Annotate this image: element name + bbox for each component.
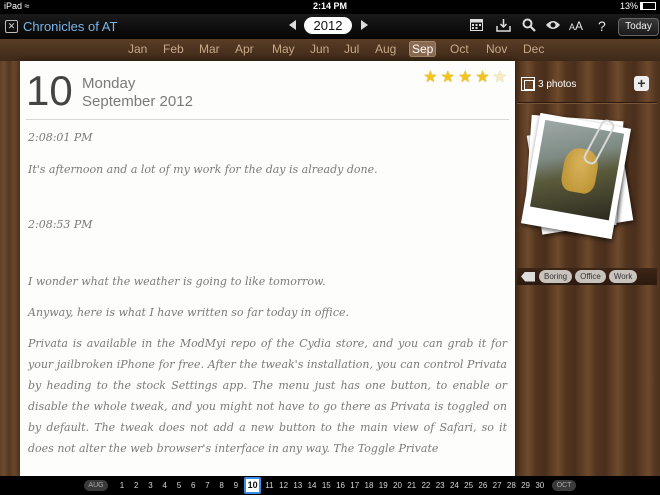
calendar-icon[interactable] bbox=[470, 18, 483, 34]
previous-month-button[interactable]: AUG bbox=[84, 480, 108, 491]
entry-weekday: Monday bbox=[82, 75, 136, 92]
day-20[interactable]: 20 bbox=[391, 481, 403, 490]
clock: 2:14 PM bbox=[312, 1, 347, 11]
star-icon-2[interactable]: ★ bbox=[441, 69, 455, 87]
entry-text: It's afternoon and a lot of my work for … bbox=[28, 163, 378, 176]
month-may[interactable]: May bbox=[272, 42, 295, 56]
next-year-button[interactable] bbox=[361, 20, 368, 30]
day-22[interactable]: 22 bbox=[420, 481, 432, 490]
star-icon-5[interactable]: ★ bbox=[493, 69, 507, 87]
day-21[interactable]: 21 bbox=[406, 481, 418, 490]
battery-status: 13% bbox=[620, 1, 656, 11]
month-oct[interactable]: Oct bbox=[450, 42, 469, 56]
day-7[interactable]: 7 bbox=[201, 481, 213, 490]
star-rating[interactable]: ★ ★ ★ ★ ★ bbox=[423, 69, 507, 87]
day-list: 1 2 3 4 5 6 7 8 9 10 11 12 13 14 15 16 1… bbox=[116, 476, 546, 495]
month-mar[interactable]: Mar bbox=[199, 42, 220, 56]
day-25[interactable]: 25 bbox=[463, 481, 475, 490]
day-4[interactable]: 4 bbox=[159, 481, 171, 490]
day-12[interactable]: 12 bbox=[278, 481, 290, 490]
day-1[interactable]: 1 bbox=[116, 481, 128, 490]
day-29[interactable]: 29 bbox=[520, 481, 532, 490]
header-divider bbox=[26, 119, 509, 120]
tag-work[interactable]: Work bbox=[608, 270, 638, 283]
day-17[interactable]: 17 bbox=[349, 481, 361, 490]
entry-text: Anyway, here is what I have written so f… bbox=[28, 306, 349, 319]
entry-day-number: 10 bbox=[26, 67, 73, 114]
day-14[interactable]: 14 bbox=[306, 481, 318, 490]
day-28[interactable]: 28 bbox=[505, 481, 517, 490]
month-jan[interactable]: Jan bbox=[128, 42, 147, 56]
entry-text: I wonder what the weather is going to li… bbox=[28, 275, 326, 288]
export-icon[interactable] bbox=[496, 18, 511, 34]
next-month-button[interactable]: OCT bbox=[552, 480, 576, 491]
day-3[interactable]: 3 bbox=[144, 481, 156, 490]
day-10-selected[interactable]: 10 bbox=[244, 477, 262, 494]
day-18[interactable]: 18 bbox=[363, 481, 375, 490]
diary-page[interactable]: 10 Monday September 2012 ★ ★ ★ ★ ★ 2:08:… bbox=[20, 61, 515, 476]
entry-month-year: September 2012 bbox=[82, 93, 193, 110]
eye-icon[interactable] bbox=[545, 18, 561, 34]
month-bar: Jan Feb Mar Apr May Jun Jul Aug Sep Oct … bbox=[0, 39, 660, 61]
month-aug[interactable]: Aug bbox=[375, 42, 396, 56]
help-icon[interactable]: ? bbox=[598, 18, 606, 34]
month-feb[interactable]: Feb bbox=[163, 42, 184, 56]
day-30[interactable]: 30 bbox=[534, 481, 546, 490]
month-apr[interactable]: Apr bbox=[235, 42, 254, 56]
tag-boring[interactable]: Boring bbox=[539, 270, 573, 283]
tag-office[interactable]: Office bbox=[575, 270, 606, 283]
month-jun[interactable]: Jun bbox=[310, 42, 329, 56]
toolbar: ✕ Chronicles of AT 2012 AAAA ? Today bbox=[0, 14, 660, 39]
photo-count: 3 photos bbox=[538, 79, 577, 90]
add-photo-button[interactable]: + bbox=[634, 76, 649, 91]
today-button[interactable]: Today bbox=[618, 18, 659, 36]
photos-icon bbox=[521, 77, 535, 91]
day-8[interactable]: 8 bbox=[216, 481, 228, 490]
font-size-icon[interactable]: AAAA bbox=[569, 18, 583, 34]
close-icon[interactable]: ✕ bbox=[5, 20, 18, 33]
day-11[interactable]: 11 bbox=[263, 481, 275, 490]
day-23[interactable]: 23 bbox=[434, 481, 446, 490]
month-dec[interactable]: Dec bbox=[523, 42, 544, 56]
month-nov[interactable]: Nov bbox=[486, 42, 507, 56]
app-title-label: Chronicles of AT bbox=[23, 19, 118, 34]
day-13[interactable]: 13 bbox=[292, 481, 304, 490]
search-icon[interactable] bbox=[522, 18, 536, 34]
battery-icon bbox=[640, 2, 656, 10]
status-bar: iPad ≈ 2:14 PM 13% bbox=[0, 0, 660, 14]
day-15[interactable]: 15 bbox=[320, 481, 332, 490]
day-bar: AUG 1 2 3 4 5 6 7 8 9 10 11 12 13 14 15 … bbox=[0, 476, 660, 495]
day-24[interactable]: 24 bbox=[448, 481, 460, 490]
photo-divider bbox=[517, 102, 657, 104]
previous-year-button[interactable] bbox=[289, 20, 296, 30]
day-2[interactable]: 2 bbox=[130, 481, 142, 490]
photo-thumbnail[interactable] bbox=[520, 112, 632, 240]
entry-timestamp: 2:08:53 PM bbox=[28, 218, 93, 231]
entry-text: Privata is available in the ModMyi repo … bbox=[28, 337, 507, 455]
day-27[interactable]: 27 bbox=[491, 481, 503, 490]
day-9[interactable]: 9 bbox=[230, 481, 242, 490]
app-title[interactable]: ✕ Chronicles of AT bbox=[5, 19, 117, 34]
day-16[interactable]: 16 bbox=[335, 481, 347, 490]
day-19[interactable]: 19 bbox=[377, 481, 389, 490]
star-icon-3[interactable]: ★ bbox=[458, 69, 472, 87]
month-sep[interactable]: Sep bbox=[409, 41, 437, 57]
month-jul[interactable]: Jul bbox=[344, 42, 359, 56]
star-icon-1[interactable]: ★ bbox=[423, 69, 437, 87]
wood-background-left bbox=[0, 61, 20, 476]
tag-icon[interactable] bbox=[521, 271, 535, 282]
year-selector[interactable]: 2012 bbox=[304, 17, 352, 34]
tag-bar: Boring Office Work bbox=[517, 268, 657, 285]
star-icon-4[interactable]: ★ bbox=[475, 69, 489, 87]
day-5[interactable]: 5 bbox=[173, 481, 185, 490]
entry-timestamp: 2:08:01 PM bbox=[28, 131, 93, 144]
day-6[interactable]: 6 bbox=[187, 481, 199, 490]
day-26[interactable]: 26 bbox=[477, 481, 489, 490]
